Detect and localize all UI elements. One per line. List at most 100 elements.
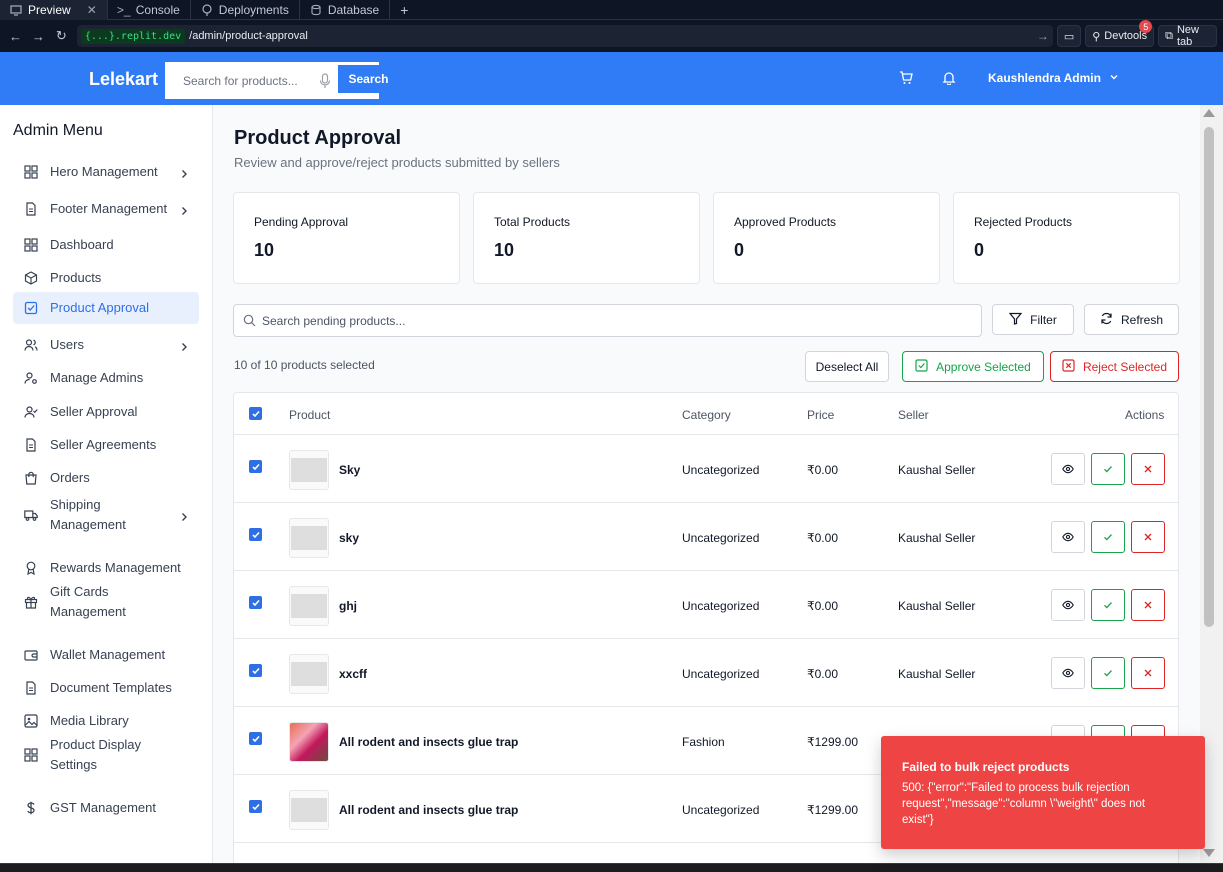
image-icon — [24, 714, 38, 728]
approve-button[interactable] — [1091, 657, 1125, 689]
row-checkbox[interactable] — [249, 664, 262, 677]
approve-button[interactable] — [1091, 453, 1125, 485]
deselect-all-button[interactable]: Deselect All — [805, 351, 889, 382]
toast-message: 500: {"error":"Failed to process bulk re… — [902, 782, 1146, 826]
view-button[interactable] — [1051, 521, 1085, 553]
sidebar-item-products[interactable]: Products — [13, 264, 199, 292]
user-menu[interactable]: Kaushlendra Admin — [988, 71, 1119, 85]
sidebar-item-manage-admins[interactable]: Manage Admins — [13, 364, 199, 392]
product-seller: Kaushal Seller — [898, 667, 976, 681]
reload-icon[interactable]: ↻ — [52, 25, 71, 47]
table-row[interactable]: Sky Uncategorized ₹0.00 Kaushal Seller — [234, 435, 1178, 503]
approve-selected-button[interactable]: Approve Selected — [902, 351, 1044, 382]
product-seller: Kaushal Seller — [898, 599, 976, 613]
devtools-badge: 5 — [1139, 20, 1153, 33]
product-category: Uncategorized — [682, 667, 760, 681]
eye-icon — [1062, 599, 1074, 611]
scroll-down-arrow[interactable] — [1203, 849, 1215, 857]
scroll-thumb[interactable] — [1204, 127, 1214, 627]
reject-button[interactable] — [1131, 453, 1165, 485]
filter-button[interactable]: Filter — [992, 304, 1074, 335]
row-checkbox[interactable] — [249, 596, 262, 609]
sidebar-item-product-approval[interactable]: Product Approval — [13, 292, 199, 324]
header-search-button[interactable]: Search — [338, 65, 389, 93]
device-toggle-button[interactable]: ▭ — [1056, 25, 1082, 47]
new-tab-link-button[interactable]: ⧉ New tab — [1158, 24, 1218, 48]
approve-button[interactable] — [1091, 589, 1125, 621]
sidebar-item-rewards-management[interactable]: Rewards Management — [13, 554, 199, 582]
url-field[interactable]: {...}.replit.dev /admin/product-approval… — [76, 25, 1053, 47]
sidebar-item-label: Document Templates — [50, 680, 172, 695]
reject-button[interactable] — [1131, 589, 1165, 621]
devtools-button[interactable]: ⚲ Devtools 5 — [1085, 20, 1155, 47]
dollar-icon — [24, 801, 38, 815]
sidebar-item-product-display-settings[interactable]: Product Display Settings — [13, 737, 199, 772]
sidebar-item-orders[interactable]: Orders — [13, 464, 199, 492]
error-toast[interactable]: Failed to bulk reject products 500: {"er… — [881, 736, 1205, 849]
table-row[interactable]: xxcff Uncategorized ₹0.00 Kaushal Seller — [234, 639, 1178, 707]
reject-button[interactable] — [1131, 657, 1165, 689]
sidebar-item-label: Products — [50, 270, 102, 285]
sidebar-item-wallet-management[interactable]: Wallet Management — [13, 641, 199, 669]
view-button[interactable] — [1051, 657, 1085, 689]
tab-database[interactable]: Database — [300, 0, 391, 20]
product-category: Fashion — [682, 735, 725, 749]
row-checkbox[interactable] — [249, 460, 262, 473]
column-header: Seller — [898, 408, 929, 422]
new-tab-button[interactable]: + — [390, 0, 418, 20]
bell-icon[interactable] — [942, 71, 956, 86]
sidebar-item-users[interactable]: Users — [13, 331, 199, 359]
sidebar-item-label: Footer Management — [50, 201, 168, 216]
go-icon[interactable]: → — [1037, 29, 1049, 43]
tab-preview[interactable]: Preview ✕ — [0, 0, 108, 20]
view-button[interactable] — [1051, 589, 1085, 621]
site-logo[interactable]: Lelekart — [89, 69, 158, 90]
wallet-icon — [24, 648, 38, 662]
forward-icon[interactable]: → — [29, 25, 48, 47]
sidebar-item-seller-agreements[interactable]: Seller Agreements — [13, 431, 199, 459]
gift-icon — [24, 595, 38, 609]
sidebar-item-hero-management[interactable]: Hero Management — [13, 158, 199, 186]
product-image — [290, 723, 328, 761]
scroll-up-arrow[interactable] — [1203, 109, 1215, 117]
back-icon[interactable]: ← — [6, 25, 25, 47]
table-row[interactable]: ghj Uncategorized ₹0.00 Kaushal Seller — [234, 571, 1178, 639]
refresh-button[interactable]: Refresh — [1084, 304, 1179, 335]
chevron-right-icon — [179, 510, 189, 521]
tab-label: Deployments — [218, 2, 289, 17]
tab-console[interactable]: >_ Console — [108, 0, 191, 20]
sidebar-item-label: Orders — [50, 470, 90, 485]
mic-icon[interactable] — [319, 73, 331, 89]
sidebar-item-gift-cards-management[interactable]: Gift Cards Management — [13, 584, 199, 619]
sidebar-item-seller-approval[interactable]: Seller Approval — [13, 398, 199, 426]
row-checkbox[interactable] — [249, 732, 262, 745]
sidebar-item-media-library[interactable]: Media Library — [13, 707, 199, 735]
pending-search-input[interactable] — [262, 313, 862, 328]
tab-label: Database — [327, 2, 380, 17]
stat-label: Pending Approval — [254, 215, 349, 229]
close-icon[interactable]: ✕ — [87, 3, 97, 17]
table-row[interactable]: sky Uncategorized ₹0.00 Kaushal Seller — [234, 503, 1178, 571]
reject-selected-button[interactable]: Reject Selected — [1050, 351, 1179, 382]
product-name: All rodent and insects glue trap — [339, 735, 519, 749]
product-category: Uncategorized — [682, 463, 760, 477]
row-checkbox[interactable] — [249, 800, 262, 813]
view-button[interactable] — [1051, 453, 1085, 485]
sidebar-item-gst-management[interactable]: GST Management — [13, 794, 199, 822]
row-checkbox[interactable] — [249, 528, 262, 541]
award-icon — [24, 561, 38, 576]
sidebar-item-shipping-management[interactable]: Shipping Management — [13, 497, 199, 532]
select-all-checkbox[interactable] — [249, 407, 262, 420]
product-seller: Kaushal Seller — [898, 463, 976, 477]
sidebar-item-footer-management[interactable]: Footer Management — [13, 195, 199, 223]
reject-button[interactable] — [1131, 521, 1165, 553]
sidebar-item-dashboard[interactable]: Dashboard — [13, 231, 199, 259]
cart-icon[interactable] — [899, 71, 913, 85]
approve-button[interactable] — [1091, 521, 1125, 553]
sidebar-item-document-templates[interactable]: Document Templates — [13, 674, 199, 702]
address-bar: ← → ↻ {...}.replit.dev /admin/product-ap… — [0, 20, 1223, 52]
placeholder-image — [291, 526, 327, 550]
header-search-input[interactable] — [183, 73, 323, 88]
tab-deployments[interactable]: Deployments — [191, 0, 300, 20]
grid-icon — [24, 748, 38, 762]
